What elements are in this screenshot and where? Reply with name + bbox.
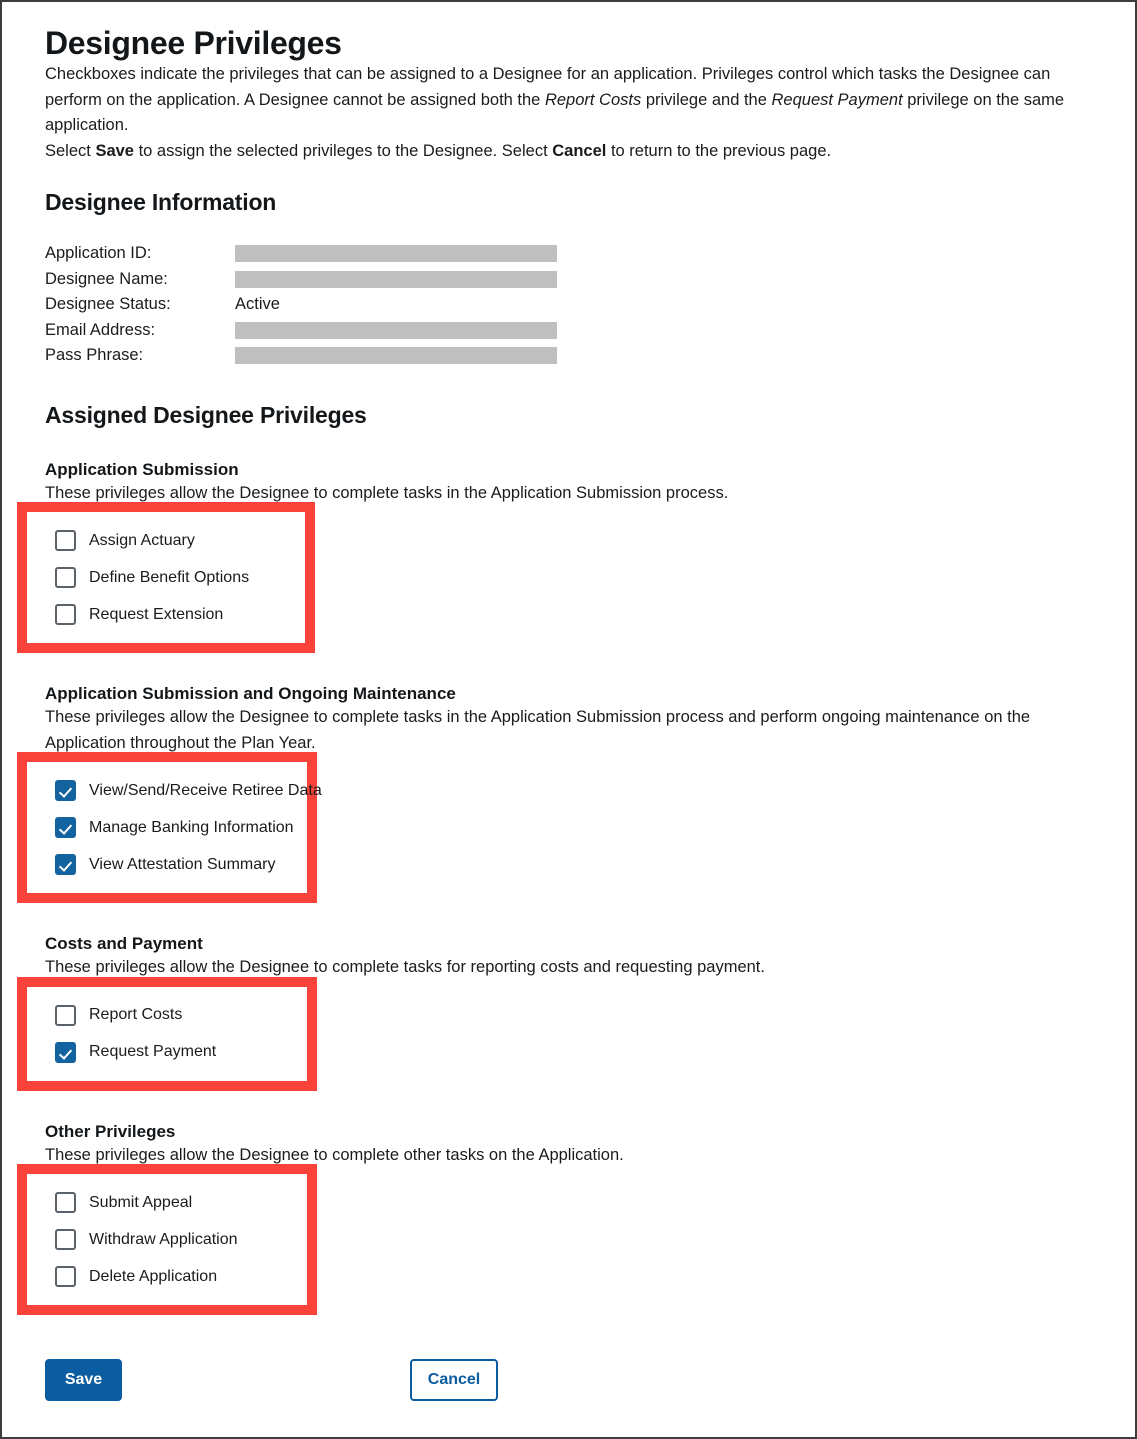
designee-information-heading: Designee Information — [45, 189, 277, 215]
info-row-label: Pass Phrase: — [45, 346, 144, 364]
checkbox-label: Request Payment — [89, 1043, 217, 1060]
privilege-group-description: These privileges allow the Designee to c… — [45, 708, 1031, 752]
privilege-group: Application Submission and Ongoing Maint… — [17, 683, 1111, 903]
form-actions: Save Cancel — [45, 1359, 1111, 1401]
info-row: Application ID: — [45, 241, 560, 267]
privilege-groups: Application Submission These privileges a… — [17, 459, 1111, 1315]
checkbox-checked-icon[interactable] — [55, 817, 76, 838]
privilege-group-title-wrap: Application Submission — [45, 459, 1111, 481]
page-title: Designee Privileges — [45, 25, 342, 61]
checkbox-list: View/Send/Receive Retiree Data Manage Ban… — [27, 772, 322, 883]
checkbox-row[interactable]: Submit Appeal — [27, 1184, 307, 1221]
annotation-highlight-box: Assign Actuary Define Benefit Options Requ… — [17, 502, 315, 653]
privilege-group-title: Application Submission — [45, 459, 239, 479]
info-row: Designee Status: Active — [45, 292, 560, 318]
checkbox-list: Report Costs Request Payment — [27, 997, 307, 1071]
checkbox-label: Request Extension — [89, 605, 224, 623]
designee-privileges-page: Designee Privileges Checkboxes indicate … — [0, 0, 1137, 1439]
info-row-label: Email Address: — [45, 320, 156, 339]
info-row-label: Application ID: — [45, 244, 152, 262]
checkbox-row[interactable]: Request Extension — [27, 596, 305, 633]
designee-information-rows: Application ID: Designee Name: Designee St… — [45, 241, 560, 369]
page-content: Designee Privileges Checkboxes indicate … — [17, 2, 1111, 1425]
designee-information-section: Designee Information Application ID: Desi… — [45, 188, 1111, 369]
privilege-group: Application Submission These privileges a… — [17, 459, 1111, 653]
privilege-group-title-wrap: Application Submission and Ongoing Maint… — [45, 683, 1111, 705]
privilege-group-title: Other Privileges — [45, 1121, 176, 1141]
assigned-privileges-section: Assigned Designee Privileges — [45, 401, 1111, 429]
cancel-button[interactable]: Cancel — [410, 1359, 498, 1401]
checkbox-label: Define Benefit Options — [89, 568, 250, 586]
intro-1-part2: privilege and the — [641, 90, 772, 109]
checkbox-row[interactable]: Assign Actuary — [27, 522, 305, 559]
checkbox-list: Assign Actuary Define Benefit Options Requ… — [27, 522, 305, 633]
privilege-group-title: Application Submission and Ongoing Maint… — [45, 684, 456, 703]
annotation-highlight-box: View/Send/Receive Retiree Data Manage Ban… — [17, 752, 322, 903]
intro-paragraph-2: Select Save to assign the selected privi… — [45, 139, 1111, 165]
intro-2-part2: to assign the selected privileges to the… — [134, 141, 553, 160]
intro-1-italic-request-payment: Request Payment — [771, 90, 903, 109]
checkbox-label: View/Send/Receive Retiree Data — [89, 781, 322, 799]
intro-2-part1: Select — [45, 141, 96, 160]
checkbox-row[interactable]: View/Send/Receive Retiree Data — [27, 772, 322, 809]
assigned-privileges-heading: Assigned Designee Privileges — [45, 401, 367, 428]
info-row-value — [235, 318, 560, 344]
checkbox-row[interactable]: Report Costs — [27, 997, 307, 1034]
checkbox-unchecked-icon[interactable] — [55, 1004, 76, 1026]
checkbox-label: Withdraw Application — [89, 1230, 238, 1248]
redacted-value-bar — [235, 270, 557, 288]
annotation-highlight-box: Submit Appeal Withdraw Application Delete … — [17, 1164, 317, 1315]
intro-2-bold-save: Save — [95, 141, 134, 160]
checkbox-label: View Attestation Summary — [89, 855, 276, 873]
checkbox-row[interactable]: Manage Banking Information — [27, 809, 307, 846]
checkbox-checked-icon[interactable] — [55, 1041, 76, 1063]
checkbox-unchecked-icon[interactable] — [55, 567, 76, 588]
info-row-label: Designee Status: — [45, 295, 171, 313]
info-row: Designee Name: — [45, 267, 560, 293]
privilege-group-title-wrap: Costs and Payment — [45, 933, 1111, 955]
checkbox-row[interactable]: Request Payment — [27, 1034, 307, 1071]
checkbox-row[interactable]: Delete Application — [27, 1258, 307, 1295]
redacted-value-bar — [235, 245, 557, 263]
checkbox-unchecked-icon[interactable] — [55, 1266, 76, 1287]
redacted-value-bar — [235, 347, 557, 365]
annotation-highlight-box: Report Costs Request Payment — [17, 976, 317, 1091]
checkbox-label: Assign Actuary — [89, 531, 195, 549]
checkbox-list: Submit Appeal Withdraw Application Delete … — [27, 1184, 307, 1295]
checkbox-label: Report Costs — [89, 1006, 183, 1023]
intro-1-italic-report-costs: Report Costs — [544, 90, 642, 109]
checkbox-label: Delete Application — [89, 1267, 218, 1285]
privilege-group: Costs and Payment These privileges allow … — [17, 933, 1111, 1091]
info-row-value — [235, 267, 560, 293]
designee-information-table: Application ID: Designee Name: Designee St… — [45, 241, 560, 369]
checkbox-unchecked-icon[interactable] — [55, 604, 76, 625]
checkbox-row[interactable]: Define Benefit Options — [27, 559, 305, 596]
checkbox-checked-icon[interactable] — [55, 780, 76, 801]
save-button[interactable]: Save — [45, 1359, 122, 1401]
privilege-group: Other Privileges These privileges allow t… — [17, 1121, 1111, 1315]
intro-2-part3: to return to the previous page. — [606, 141, 832, 160]
info-row-label: Designee Name: — [45, 269, 168, 288]
checkbox-label: Submit Appeal — [89, 1193, 193, 1211]
info-row: Pass Phrase: — [45, 343, 560, 369]
info-row: Email Address: — [45, 318, 560, 344]
info-row-value — [235, 241, 560, 267]
checkbox-row[interactable]: View Attestation Summary — [27, 846, 307, 883]
intro-paragraph-1: Checkboxes indicate the privileges that … — [45, 62, 1111, 139]
privilege-group-title-wrap: Other Privileges — [45, 1121, 1111, 1143]
checkbox-label: Manage Banking Information — [89, 818, 294, 836]
checkbox-row[interactable]: Withdraw Application — [27, 1221, 307, 1258]
privilege-group-title: Costs and Payment — [45, 934, 203, 953]
checkbox-checked-icon[interactable] — [55, 854, 76, 875]
info-row-value: Active — [235, 295, 280, 313]
redacted-value-bar — [235, 321, 557, 339]
intro-2-bold-cancel: Cancel — [552, 141, 607, 160]
checkbox-unchecked-icon[interactable] — [55, 530, 76, 551]
info-row-value — [235, 343, 560, 369]
checkbox-unchecked-icon[interactable] — [55, 1229, 76, 1250]
checkbox-unchecked-icon[interactable] — [55, 1192, 76, 1213]
